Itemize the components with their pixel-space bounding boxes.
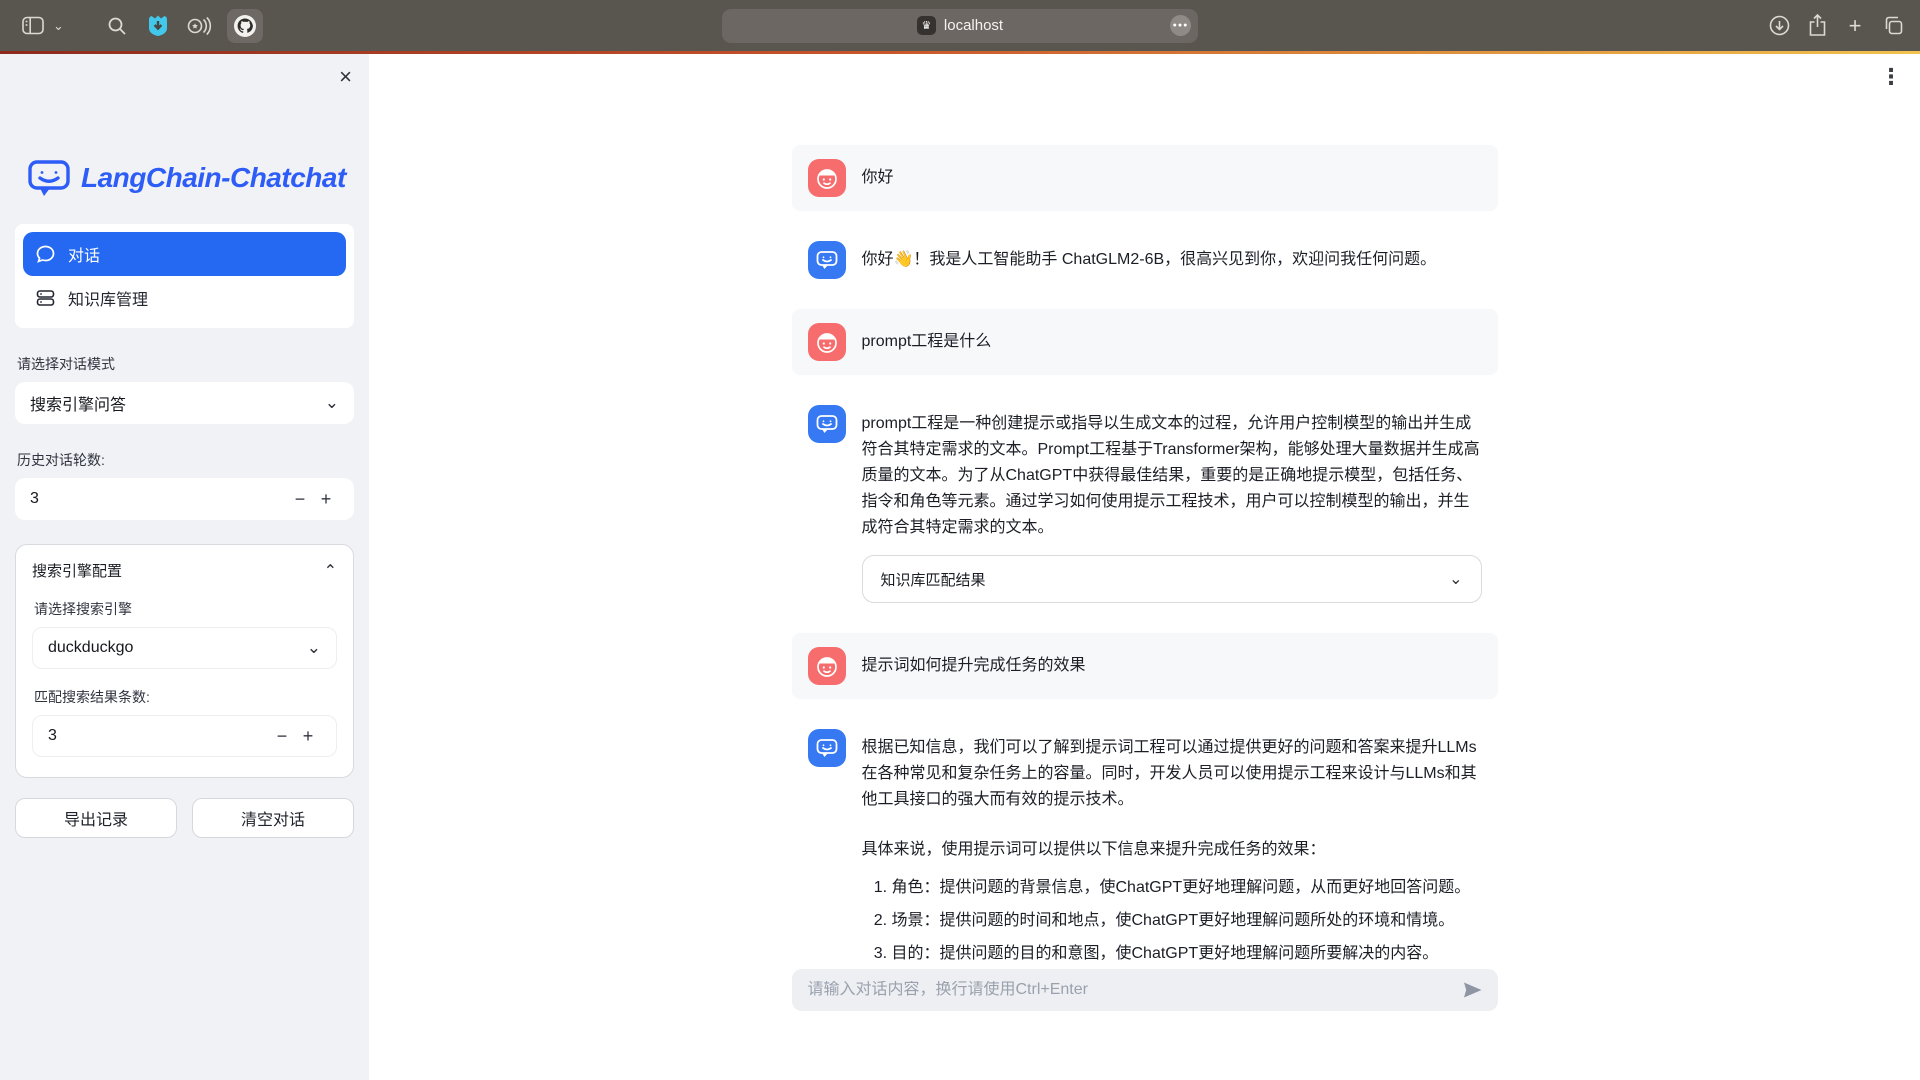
message-text: prompt工程是什么 bbox=[862, 323, 992, 361]
dialogue-mode-select[interactable]: 搜索引擎问答 ⌄ bbox=[15, 382, 354, 424]
search-engine-select[interactable]: duckduckgo ⌄ bbox=[32, 627, 337, 669]
search-engine-label: 请选择搜索引擎 bbox=[34, 599, 335, 619]
chat-main: ⋮ 你好 bbox=[369, 54, 1920, 1080]
increment-button[interactable]: + bbox=[295, 726, 321, 747]
github-button[interactable] bbox=[227, 9, 263, 43]
message-text: 你好👋！我是人工智能助手 ChatGLM2-6B，很高兴见到你，欢迎问我任何问题… bbox=[862, 241, 1437, 279]
chat-history[interactable]: 你好 你好👋！我是人工智能助手 ChatGLM2-6B，很高兴见到你，欢迎问我任… bbox=[792, 54, 1498, 969]
page-options-icon[interactable]: ●●● bbox=[1170, 15, 1191, 36]
assistant-message: 你好👋！我是人工智能助手 ChatGLM2-6B，很高兴见到你，欢迎问我任何问题… bbox=[792, 241, 1498, 279]
address-bar[interactable]: ♛ localhost ●●● bbox=[722, 9, 1198, 43]
list-item: 角色：提供问题的背景信息，使ChatGPT更好地理解问题，从而更好地回答问题。 bbox=[892, 875, 1482, 901]
chat-column: 你好 你好👋！我是人工智能助手 ChatGLM2-6B，很高兴见到你，欢迎问我任… bbox=[792, 54, 1498, 1080]
match-results-value: 3 bbox=[48, 727, 269, 745]
decrement-button[interactable]: − bbox=[287, 489, 313, 510]
user-avatar bbox=[808, 159, 846, 197]
history-rounds-label: 历史对话轮数: bbox=[17, 450, 352, 470]
nav-item-knowledge-base[interactable]: 知识库管理 bbox=[23, 276, 346, 320]
history-rounds-input[interactable]: 3 − + bbox=[15, 478, 354, 520]
chevron-down-icon: ⌄ bbox=[325, 393, 339, 413]
tab-overview-icon[interactable] bbox=[1880, 13, 1906, 39]
match-results-label: 匹配搜索结果条数: bbox=[34, 687, 335, 707]
user-message: 提示词如何提升完成任务的效果 bbox=[792, 633, 1498, 699]
sidebar-toggle-icon[interactable] bbox=[20, 13, 46, 39]
chat-input-bar bbox=[792, 969, 1498, 1011]
nav-menu: 对话 知识库管理 bbox=[15, 224, 354, 328]
nav-item-label: 知识库管理 bbox=[68, 286, 148, 310]
message-text: 提示词如何提升完成任务的效果 bbox=[862, 647, 1086, 685]
brand-logo-icon bbox=[27, 156, 71, 200]
search-engine-value: duckduckgo bbox=[48, 639, 133, 657]
list-item: 目的：提供问题的目的和意图，使ChatGPT更好地理解问题所要解决的内容。 bbox=[892, 941, 1482, 967]
export-records-button[interactable]: 导出记录 bbox=[15, 798, 177, 838]
brand: LangChain-Chatchat bbox=[15, 156, 354, 200]
expander-header[interactable]: 搜索引擎配置 ⌃ bbox=[32, 560, 337, 581]
message-paragraph: 根据已知信息，我们可以了解到提示词工程可以通过提供更好的问题和答案来提升LLMs… bbox=[862, 735, 1482, 813]
user-avatar bbox=[808, 323, 846, 361]
brand-title: LangChain-Chatchat bbox=[81, 162, 346, 194]
site-favicon: ♛ bbox=[917, 16, 936, 35]
dialogue-mode-value: 搜索引擎问答 bbox=[30, 391, 126, 415]
badge-app-icon[interactable] bbox=[145, 13, 171, 39]
list-item: 场景：提供问题的时间和地点，使ChatGPT更好地理解问题所处的环境和情境。 bbox=[892, 908, 1482, 934]
kb-expander-label: 知识库匹配结果 bbox=[881, 569, 986, 590]
assistant-message: 根据已知信息，我们可以了解到提示词工程可以通过提供更好的问题和答案来提升LLMs… bbox=[792, 729, 1498, 969]
assistant-avatar bbox=[808, 241, 846, 279]
kb-match-results-expander[interactable]: 知识库匹配结果 ⌄ bbox=[862, 555, 1482, 603]
send-icon[interactable] bbox=[1463, 982, 1482, 998]
assistant-message: prompt工程是一种创建提示或指导以生成文本的过程，允许用户控制模型的输出并生… bbox=[792, 405, 1498, 603]
dialogue-mode-label: 请选择对话模式 bbox=[17, 354, 352, 374]
nav-item-label: 对话 bbox=[68, 242, 100, 266]
chevron-down-icon: ⌄ bbox=[307, 638, 321, 658]
message-text: prompt工程是一种创建提示或指导以生成文本的过程，允许用户控制模型的输出并生… bbox=[862, 405, 1482, 541]
downloads-icon[interactable] bbox=[1766, 13, 1792, 39]
assistant-avatar bbox=[808, 405, 846, 443]
broadcast-icon[interactable] bbox=[186, 13, 212, 39]
nav-item-dialogue[interactable]: 对话 bbox=[23, 232, 346, 276]
increment-button[interactable]: + bbox=[313, 489, 339, 510]
search-engine-config-expander: 搜索引擎配置 ⌃ 请选择搜索引擎 duckduckgo ⌄ 匹配搜索结果条数: … bbox=[15, 544, 354, 778]
chat-input[interactable] bbox=[808, 981, 1463, 999]
message-text: 你好 bbox=[862, 159, 894, 197]
decrement-button[interactable]: − bbox=[269, 726, 295, 747]
user-message: 你好 bbox=[792, 145, 1498, 211]
sidebar-close-icon[interactable]: × bbox=[339, 66, 352, 88]
history-rounds-value: 3 bbox=[30, 490, 287, 508]
user-avatar bbox=[808, 647, 846, 685]
github-icon bbox=[233, 14, 257, 38]
app-menu-icon[interactable]: ⋮ bbox=[1880, 64, 1902, 90]
chevron-up-icon: ⌃ bbox=[324, 561, 337, 581]
search-icon[interactable] bbox=[104, 13, 130, 39]
assistant-avatar bbox=[808, 729, 846, 767]
message-list: 角色：提供问题的背景信息，使ChatGPT更好地理解问题，从而更好地回答问题。 … bbox=[862, 875, 1482, 969]
match-results-input[interactable]: 3 − + bbox=[32, 715, 337, 757]
sidebar: × LangChain-Chatchat 对话 bbox=[0, 54, 369, 1080]
expander-title: 搜索引擎配置 bbox=[32, 560, 122, 581]
chevron-down-icon: ⌄ bbox=[1449, 569, 1462, 589]
clear-dialogue-button[interactable]: 清空对话 bbox=[192, 798, 354, 838]
chat-bubble-icon bbox=[36, 245, 55, 263]
address-url: localhost bbox=[944, 17, 1003, 34]
share-icon[interactable] bbox=[1804, 13, 1830, 39]
database-icon bbox=[36, 289, 55, 307]
new-tab-icon[interactable]: + bbox=[1842, 13, 1868, 39]
user-message: prompt工程是什么 bbox=[792, 309, 1498, 375]
message-paragraph: 具体来说，使用提示词可以提供以下信息来提升完成任务的效果： bbox=[862, 837, 1482, 863]
browser-toolbar: ⌄ bbox=[0, 0, 1920, 51]
chevron-down-icon[interactable]: ⌄ bbox=[53, 18, 64, 34]
